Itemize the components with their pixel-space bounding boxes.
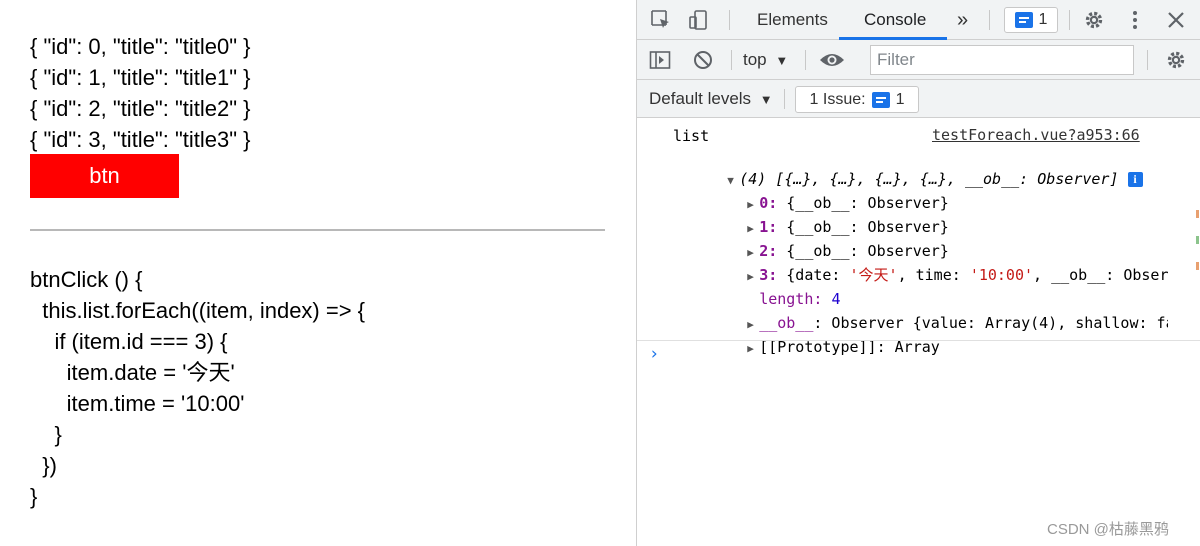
issues-count: 1 <box>1038 11 1048 28</box>
scroll-marker <box>1196 236 1199 244</box>
devtools-tab-bar: Elements Console » 1 <box>637 0 1200 40</box>
entry-value-part: , time: <box>897 266 970 284</box>
collapse-triangle-icon[interactable]: ▶ <box>747 339 759 359</box>
default-levels-dropdown[interactable]: Default levels ▼ <box>649 80 773 118</box>
sidebar-toggle-icon[interactable] <box>648 49 672 71</box>
code-line: } <box>30 484 38 509</box>
message-icon <box>871 91 890 108</box>
divider <box>637 340 1200 341</box>
separator <box>1147 50 1148 70</box>
source-link[interactable]: testForeach.vue?a953:66 <box>932 126 1140 144</box>
divider <box>30 229 605 231</box>
tab-elements[interactable]: Elements <box>757 0 828 40</box>
separator <box>805 50 806 70</box>
scroll-marker <box>1196 262 1199 270</box>
separator <box>989 10 990 30</box>
issues-badge-button[interactable]: 1 <box>1004 7 1058 33</box>
console-toolbar: top ▼ <box>637 40 1200 80</box>
issues-pill-label: 1 Issue: <box>809 90 866 108</box>
context-selector[interactable]: top ▼ <box>743 40 788 80</box>
default-levels-label: Default levels <box>649 89 752 108</box>
list-item: { "id": 1, "title": "title1" } <box>30 65 251 90</box>
issues-pill-count: 1 <box>895 90 905 108</box>
code-line: this.list.forEach((item, index) => { <box>30 298 366 323</box>
message-icon <box>1014 12 1033 28</box>
issues-pill-button[interactable]: 1 Issue: 1 <box>795 86 919 113</box>
devtools-panel: Elements Console » 1 top ▼ Filter Defaul… <box>636 0 1200 546</box>
time-value: '10:00' <box>969 266 1034 284</box>
code-line: if (item.id === 3) { <box>30 329 228 354</box>
separator <box>1069 10 1070 30</box>
code-line: } <box>30 422 62 447</box>
date-value: '今天' <box>849 266 898 284</box>
inspect-element-icon[interactable] <box>649 8 673 32</box>
clear-console-icon[interactable] <box>691 49 715 71</box>
list-item: { "id": 3, "title": "title3" } <box>30 127 251 152</box>
gear-icon[interactable] <box>1082 8 1106 32</box>
page-pane: { "id": 0, "title": "title0" } { "id": 1… <box>0 0 636 546</box>
levels-bar: Default levels ▼ 1 Issue: 1 <box>637 80 1200 118</box>
list-item: { "id": 2, "title": "title2" } <box>30 96 251 121</box>
list-item: { "id": 0, "title": "title0" } <box>30 34 251 59</box>
scroll-marker <box>1196 210 1199 218</box>
more-tabs-button[interactable]: » <box>957 0 968 40</box>
code-line: item.date = '今天' <box>30 360 235 385</box>
console-output: list testForeach.vue?a953:66 ▼ (4) [{…}, … <box>637 118 1200 546</box>
separator <box>729 10 730 30</box>
separator <box>731 50 732 70</box>
tab-console[interactable]: Console <box>864 0 926 40</box>
console-settings-gear-icon[interactable] <box>1164 49 1188 71</box>
context-label: top <box>743 50 767 69</box>
btn-button[interactable]: btn <box>30 154 179 198</box>
log-label: list <box>673 127 710 145</box>
more-vert-icon[interactable] <box>1123 8 1147 32</box>
code-line: }) <box>30 453 57 478</box>
filter-input[interactable] <box>870 45 1134 75</box>
code-line: item.time = '10:00' <box>30 391 245 416</box>
watermark: CSDN @枯藤黑鸦 <box>1047 521 1169 538</box>
close-icon[interactable] <box>1164 8 1188 32</box>
dropdown-arrow-icon: ▼ <box>759 92 773 107</box>
eye-icon[interactable] <box>818 49 846 71</box>
info-icon[interactable]: i <box>1127 172 1143 187</box>
dropdown-arrow-icon: ▼ <box>775 53 789 68</box>
prototype-row[interactable]: ▶ [[Prototype]]: Array <box>693 317 940 379</box>
console-prompt[interactable]: › <box>649 344 659 364</box>
entry-value-part: , __ob__: Observe <box>1033 266 1168 284</box>
separator <box>784 89 785 109</box>
code-line: btnClick () { <box>30 267 143 292</box>
device-toolbar-icon[interactable] <box>687 8 711 32</box>
